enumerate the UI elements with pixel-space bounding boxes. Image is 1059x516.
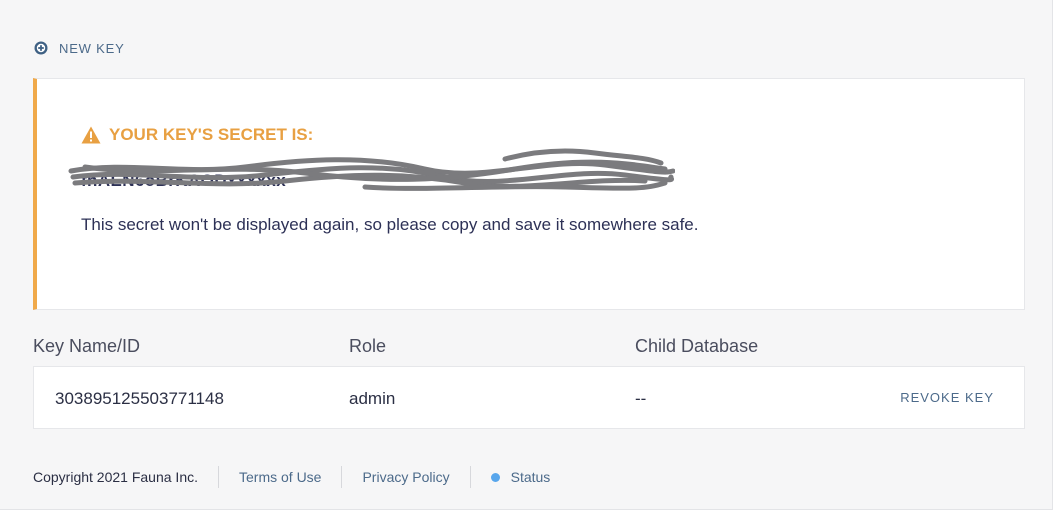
footer: Copyright 2021 Fauna Inc. Terms of Use P… <box>33 464 550 490</box>
new-key-panel: NEW KEY YOUR KEY'S SECRET IS: fnAEN6oBrK… <box>0 0 1053 510</box>
copyright-text: Copyright 2021 Fauna Inc. <box>33 469 198 485</box>
secret-title: YOUR KEY'S SECRET IS: <box>81 125 313 145</box>
new-key-button[interactable]: NEW KEY <box>34 39 125 57</box>
footer-divider <box>469 466 471 488</box>
secret-callout: YOUR KEY'S SECRET IS: fnAEN6oBrKAODxxxxx… <box>33 78 1025 310</box>
footer-divider <box>341 466 343 488</box>
table-row: 303895125503771148 admin -- REVOKE KEY <box>33 366 1025 429</box>
status-label: Status <box>510 469 551 485</box>
child-database-cell: -- <box>635 389 647 408</box>
keys-table-header: Key Name/ID Role Child Database <box>33 336 1023 358</box>
secret-warning-text: This secret won't be displayed again, so… <box>81 215 699 234</box>
status-dot-icon <box>490 472 500 482</box>
role-cell: admin <box>349 389 396 408</box>
header-role: Role <box>349 336 387 356</box>
footer-divider <box>218 466 219 488</box>
redaction-scribble <box>68 148 675 191</box>
plus-circle-icon <box>34 41 48 55</box>
terms-link[interactable]: Terms of Use <box>239 469 321 485</box>
header-key-name: Key Name/ID <box>33 336 141 356</box>
secret-title-text: YOUR KEY'S SECRET IS: <box>109 125 314 144</box>
revoke-key-button[interactable]: REVOKE KEY <box>900 390 994 405</box>
key-id-cell: 303895125503771148 <box>55 389 224 408</box>
header-child-database: Child Database <box>635 336 759 356</box>
warning-icon <box>81 126 101 144</box>
status-link[interactable]: Status <box>490 469 551 485</box>
new-key-label: NEW KEY <box>59 40 125 56</box>
privacy-link[interactable]: Privacy Policy <box>362 469 449 485</box>
